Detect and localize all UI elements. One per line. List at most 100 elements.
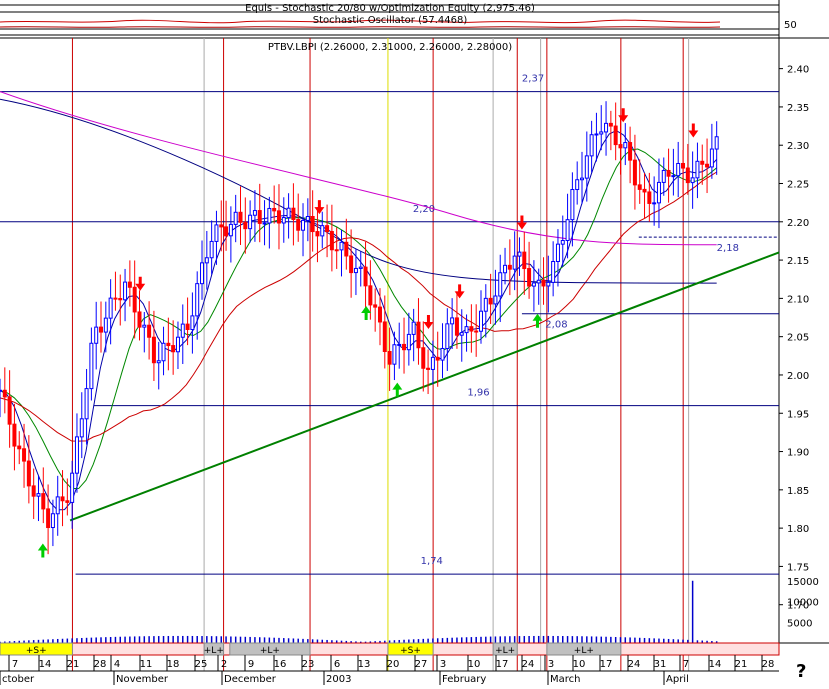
price-tick-label: 2.00 (787, 371, 809, 382)
candle-body (2, 389, 7, 398)
candle-body (522, 251, 527, 270)
candle-body (546, 281, 551, 287)
candle-body (137, 311, 142, 328)
candle-body (411, 321, 416, 335)
candle-body (224, 226, 229, 237)
price-tick-label: 2.20 (787, 218, 809, 229)
candle-body (551, 260, 556, 283)
x-day-label: 7 (683, 659, 689, 670)
candle-body (17, 445, 22, 450)
candle-body (445, 323, 450, 349)
candle-body (99, 326, 104, 333)
x-day-label: 17 (496, 659, 509, 670)
candle-body (190, 315, 195, 330)
level-label: 2,20 (413, 204, 435, 215)
candle-body (493, 295, 498, 305)
candle-body (123, 281, 128, 301)
signal-band-label: +L+ (495, 646, 515, 656)
help-icon[interactable]: ? (796, 661, 806, 682)
candle-body (353, 267, 358, 274)
x-day-label: 16 (274, 659, 287, 670)
candle-body (541, 279, 546, 287)
x-day-label: 14 (39, 659, 52, 670)
x-month-label: 2003 (326, 674, 351, 685)
candle-body (368, 285, 373, 306)
candle-body (171, 345, 176, 353)
candle-body (498, 272, 503, 297)
x-day-label: 7 (12, 659, 18, 670)
x-day-label: 9 (248, 659, 254, 670)
price-tick-label: 2.40 (787, 65, 809, 76)
x-day-label: 10 (573, 659, 586, 670)
candle-body (320, 225, 325, 237)
oscillator-line-b (0, 26, 721, 28)
x-day-label: 14 (709, 659, 722, 670)
candle-body (219, 224, 224, 228)
candle-body (0, 389, 2, 392)
price-title: PTBV.LBPI (2.26000, 2.31000, 2.26000, 2.… (268, 42, 512, 53)
candle-body (344, 241, 349, 257)
candle-body (74, 436, 79, 474)
candle-body (454, 317, 459, 336)
x-day-label: 2 (221, 659, 227, 670)
volume-tick-label: 5000 (787, 618, 812, 629)
price-tick-label: 2.25 (787, 180, 809, 191)
candle-body (488, 297, 493, 305)
candle-body (459, 332, 464, 336)
candle-body (55, 496, 60, 515)
candle-body (65, 500, 70, 503)
candle-body (507, 264, 512, 270)
candle-body (305, 216, 310, 221)
candle-body (527, 268, 532, 287)
price-tick-label: 1.80 (787, 524, 809, 535)
x-day-label: 18 (167, 659, 180, 670)
x-day-label: 21 (67, 659, 80, 670)
candle-body (430, 356, 435, 370)
x-day-label: 3 (548, 659, 554, 670)
candle-body (570, 189, 575, 221)
candle-body (358, 266, 363, 269)
chart-svg: Equis - Stochastic 20/80 w/Optimization … (0, 0, 829, 685)
candle-body (594, 133, 599, 136)
candle-body (623, 142, 628, 149)
price-tick-label: 1.75 (787, 562, 809, 573)
candle-body (79, 418, 84, 438)
candle-body (402, 343, 407, 351)
candle-body (416, 321, 421, 349)
candle-body (478, 310, 483, 332)
candle-body (714, 136, 719, 150)
candle-body (599, 131, 604, 135)
candle-body (238, 211, 243, 223)
candle-body (392, 344, 397, 365)
candle-body (363, 266, 368, 287)
candle-body (185, 323, 190, 330)
price-tick-label: 2.35 (787, 103, 809, 114)
candle-body (214, 224, 219, 242)
x-day-label: 11 (140, 659, 153, 670)
candle-body (483, 297, 488, 312)
candle-body (94, 326, 99, 344)
candle-body (700, 160, 705, 165)
x-day-label: 23 (302, 659, 315, 670)
candle-body (709, 148, 714, 168)
candle-body (608, 122, 613, 127)
volume-tick-label: 15000 (787, 577, 819, 588)
candle-body (180, 323, 185, 338)
candle-body (301, 219, 306, 231)
candle-body (103, 317, 108, 333)
signal-band-label: +L+ (260, 646, 280, 656)
candle-body (252, 210, 257, 216)
candle-body (652, 202, 657, 205)
price-tick-label: 2.05 (787, 333, 809, 344)
candle-body (555, 243, 560, 262)
candle-body (41, 493, 46, 510)
candle-body (560, 240, 565, 245)
candle-body (387, 350, 392, 365)
candle-body (450, 317, 455, 325)
x-day-label: 10 (468, 659, 481, 670)
oscillator-y-tick: 50 (784, 20, 797, 31)
candle-body (310, 216, 315, 233)
x-day-label: 13 (358, 659, 371, 670)
candle-body (228, 223, 233, 237)
candle-body (334, 249, 339, 252)
